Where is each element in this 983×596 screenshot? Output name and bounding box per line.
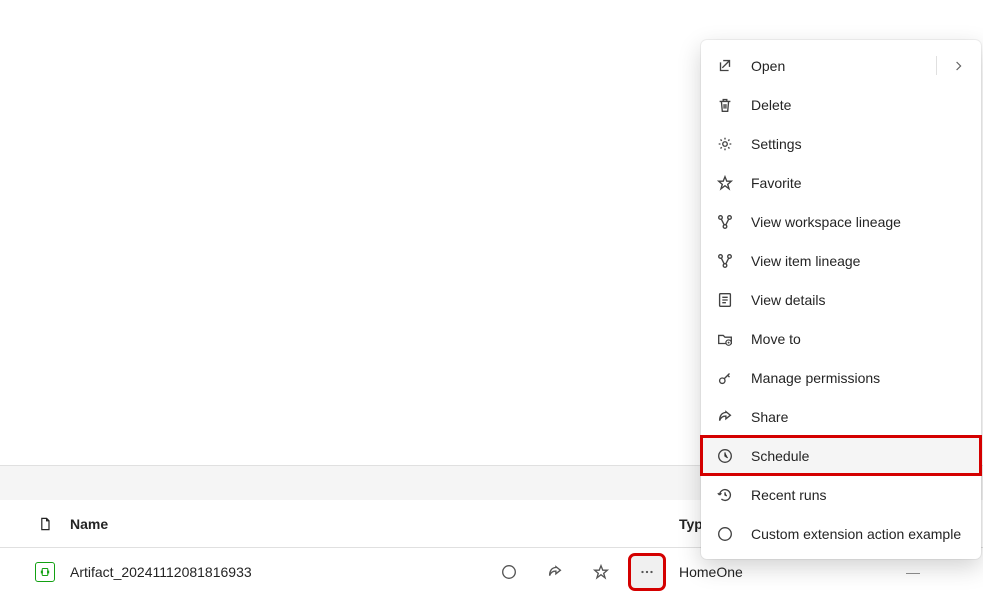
details-icon — [715, 290, 735, 310]
menu-item-favorite[interactable]: Favorite — [701, 163, 981, 202]
header-icon-col — [20, 516, 70, 532]
artifact-type-icon — [35, 562, 55, 582]
menu-item-label: Open — [751, 58, 935, 74]
menu-item-recent-runs[interactable]: Recent runs — [701, 475, 981, 514]
menu-item-view-details[interactable]: View details — [701, 280, 981, 319]
row-type: HomeOne — [663, 564, 863, 580]
menu-item-label: Delete — [751, 97, 967, 113]
menu-item-open[interactable]: Open — [701, 46, 981, 85]
menu-divider — [936, 56, 937, 75]
trash-icon — [715, 95, 735, 115]
row-end: — — [863, 564, 963, 580]
row-type-icon-col — [20, 562, 70, 582]
menu-item-label: Settings — [751, 136, 967, 152]
history-icon — [715, 485, 735, 505]
header-name[interactable]: Name — [70, 516, 493, 532]
favorite-row-button[interactable] — [585, 556, 617, 588]
gear-icon — [715, 134, 735, 154]
menu-item-label: Schedule — [751, 448, 967, 464]
workspace-content: Name Type Artifact_20241112081816933 — [0, 0, 983, 596]
menu-item-schedule[interactable]: Schedule — [701, 436, 981, 475]
open-icon — [715, 56, 735, 76]
menu-item-label: Move to — [751, 331, 967, 347]
menu-item-item-lineage[interactable]: View item lineage — [701, 241, 981, 280]
menu-item-share[interactable]: Share — [701, 397, 981, 436]
menu-item-delete[interactable]: Delete — [701, 85, 981, 124]
circle-icon — [715, 524, 735, 544]
menu-item-label: View workspace lineage — [751, 214, 967, 230]
menu-item-label: Custom extension action example — [751, 526, 967, 542]
chevron-right-icon — [951, 58, 967, 74]
folder-arrow-icon — [715, 329, 735, 349]
row-actions — [493, 556, 663, 588]
menu-item-settings[interactable]: Settings — [701, 124, 981, 163]
menu-item-manage-permissions[interactable]: Manage permissions — [701, 358, 981, 397]
context-menu: Open Delete Settings Favorite View workspace… — [701, 40, 981, 559]
lineage-icon — [715, 212, 735, 232]
menu-item-custom-ext[interactable]: Custom extension action example — [701, 514, 981, 553]
menu-item-label: Favorite — [751, 175, 967, 191]
star-icon — [715, 173, 735, 193]
document-icon — [37, 516, 53, 532]
lineage-icon — [715, 251, 735, 271]
menu-item-move-to[interactable]: Move to — [701, 319, 981, 358]
select-radio[interactable] — [493, 556, 525, 588]
key-icon — [715, 368, 735, 388]
menu-item-workspace-lineage[interactable]: View workspace lineage — [701, 202, 981, 241]
menu-item-label: Manage permissions — [751, 370, 967, 386]
menu-item-label: Recent runs — [751, 487, 967, 503]
row-name[interactable]: Artifact_20241112081816933 — [70, 564, 493, 580]
share-row-button[interactable] — [539, 556, 571, 588]
menu-item-label: View details — [751, 292, 967, 308]
menu-item-label: Share — [751, 409, 967, 425]
menu-item-label: View item lineage — [751, 253, 967, 269]
more-options-button[interactable] — [631, 556, 663, 588]
clock-icon — [715, 446, 735, 466]
share-icon — [715, 407, 735, 427]
